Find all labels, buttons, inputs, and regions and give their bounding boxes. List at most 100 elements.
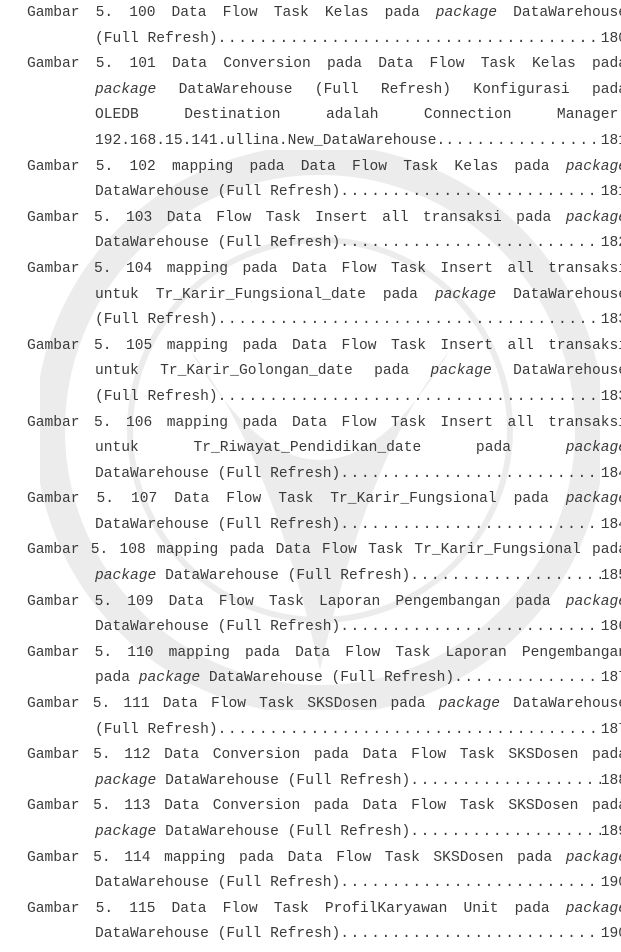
page-number: 181 bbox=[600, 132, 621, 149]
entry-text: package DataWarehouse (Full Refresh) Kon… bbox=[95, 82, 621, 98]
text-segment: DataWarehouse (Full Refresh) bbox=[95, 465, 341, 482]
figure-entry[interactable]: Gambar 5. 115 Data Flow Task ProfilKarya… bbox=[27, 897, 621, 948]
entry-text: Gambar 5. 110 mapping pada Data Flow Tas… bbox=[27, 645, 621, 661]
leader-dots bbox=[218, 718, 601, 744]
text-segment: DataWarehouse (Full Refresh) bbox=[95, 619, 341, 636]
page-number: 185 bbox=[600, 568, 621, 585]
entry-text: untuk Tr_Karir_Fungsional_date pada pack… bbox=[95, 287, 621, 303]
text-segment: (Full Refresh) bbox=[95, 388, 218, 405]
entry-last-line: package DataWarehouse (Full Refresh) 188 bbox=[95, 769, 621, 795]
text-segment: DataWarehouse (Full Refresh) bbox=[95, 235, 341, 252]
text-segment: untuk Tr_Karir_Golongan_date pada bbox=[95, 363, 431, 380]
page-number: 189 bbox=[600, 824, 621, 840]
text-segment: Gambar 5. 110 mapping pada Data Flow Tas… bbox=[27, 644, 621, 661]
entry-text: untuk Tr_Riwayat_Pendidikan_date pada pa… bbox=[95, 440, 621, 456]
italic-term: package bbox=[438, 696, 500, 713]
figure-entry[interactable]: Gambar 5. 102 mapping pada Data Flow Tas… bbox=[27, 155, 621, 206]
figure-entry[interactable]: Gambar 5. 101 Data Conversion pada Data … bbox=[27, 52, 621, 154]
figure-entry[interactable]: Gambar 5. 109 Data Flow Task Laporan Pen… bbox=[27, 590, 621, 641]
text-segment: DataWarehouse bbox=[497, 5, 621, 21]
figure-entry[interactable]: Gambar 5. 104 mapping pada Data Flow Tas… bbox=[27, 257, 621, 334]
leader-dots bbox=[410, 820, 600, 846]
entry-line: Gambar 5. 107 Data Flow Task Tr_Karir_Fu… bbox=[27, 487, 621, 513]
page-number: 183 bbox=[600, 312, 621, 329]
entry-last-line: package DataWarehouse (Full Refresh) 189 bbox=[95, 820, 621, 846]
page-number: 188 bbox=[600, 772, 621, 789]
entry-last-line: (Full Refresh) 183 bbox=[95, 308, 621, 334]
text-segment: Gambar 5. 109 Data Flow Task Laporan Pen… bbox=[27, 593, 566, 610]
entry-line: Gambar 5. 115 Data Flow Task ProfilKarya… bbox=[27, 897, 621, 923]
leader-dots bbox=[218, 27, 601, 53]
page-number: 180 bbox=[600, 30, 621, 47]
text-segment: Gambar 5. 100 Data Flow Task Kelas pada bbox=[27, 5, 436, 21]
entry-text: pada package DataWarehouse (Full Refresh… bbox=[95, 666, 454, 692]
entry-text: 192.168.15.141.ullina.New_DataWarehouse. bbox=[95, 129, 445, 155]
figure-entry[interactable]: Gambar 5. 112 Data Conversion pada Data … bbox=[27, 743, 621, 794]
entry-line: Gambar 5. 112 Data Conversion pada Data … bbox=[27, 743, 621, 769]
italic-term: package bbox=[565, 491, 621, 508]
entry-line: Gambar 5. 103 Data Flow Task Insert all … bbox=[27, 206, 621, 232]
figure-entry[interactable]: Gambar 5. 110 mapping pada Data Flow Tas… bbox=[27, 641, 621, 692]
text-segment: DataWarehouse (Full Refresh) bbox=[95, 184, 341, 201]
entry-text: DataWarehouse (Full Refresh) bbox=[95, 615, 340, 641]
entry-line: Gambar 5. 113 Data Conversion pada Data … bbox=[27, 794, 621, 820]
text-segment: 192.168.15.141.ullina.New_DataWarehouse. bbox=[95, 132, 446, 149]
entry-line: Gambar 5. 100 Data Flow Task Kelas pada … bbox=[27, 1, 621, 27]
entry-line: Gambar 5. 114 mapping pada Data Flow Tas… bbox=[27, 846, 621, 872]
figure-entry[interactable]: Gambar 5. 105 mapping pada Data Flow Tas… bbox=[27, 334, 621, 411]
text-segment: DataWarehouse (Full Refresh) bbox=[200, 670, 455, 687]
text-segment: DataWarehouse (Full Refresh) bbox=[95, 516, 341, 533]
page-number: 183 bbox=[600, 388, 621, 405]
italic-term: package bbox=[95, 772, 157, 789]
entry-text: (Full Refresh) bbox=[95, 718, 218, 744]
entry-last-line: (Full Refresh) 187 bbox=[95, 718, 621, 744]
entry-last-line: DataWarehouse (Full Refresh) 186 bbox=[95, 615, 621, 641]
text-segment: Gambar 5. 111 Data Flow Task SKSDosen pa… bbox=[27, 696, 439, 713]
text-segment: Gambar 5. 103 Data Flow Task Insert all … bbox=[27, 209, 566, 226]
page-number: 181 bbox=[600, 184, 621, 201]
entry-text: Gambar 5. 104 mapping pada Data Flow Tas… bbox=[27, 261, 621, 277]
page-number: 187 bbox=[600, 721, 621, 738]
figure-entry[interactable]: Gambar 5. 111 Data Flow Task SKSDosen pa… bbox=[27, 692, 621, 743]
entry-text: untuk Tr_Karir_Golongan_date pada packag… bbox=[95, 363, 621, 379]
entry-last-line: DataWarehouse (Full Refresh) 190 bbox=[95, 922, 621, 948]
figure-entry[interactable]: Gambar 5. 100 Data Flow Task Kelas pada … bbox=[27, 1, 621, 52]
italic-term: package bbox=[565, 849, 621, 866]
text-segment: DataWarehouse bbox=[496, 286, 621, 303]
page-number: 190 bbox=[600, 926, 621, 943]
entry-line: Gambar 5. 104 mapping pada Data Flow Tas… bbox=[27, 257, 621, 283]
page-number: 182 bbox=[600, 235, 621, 252]
leader-dots bbox=[340, 615, 601, 641]
entry-line: Gambar 5. 102 mapping pada Data Flow Tas… bbox=[27, 155, 621, 181]
page-number: 184 bbox=[600, 516, 621, 533]
list-of-figures: Gambar 5. 100 Data Flow Task Kelas pada … bbox=[27, 1, 621, 948]
italic-term: package bbox=[565, 593, 621, 610]
entry-text: Gambar 5. 106 mapping pada Data Flow Tas… bbox=[27, 415, 621, 431]
text-segment: Gambar 5. 106 mapping pada Data Flow Tas… bbox=[27, 414, 621, 431]
figure-entry[interactable]: Gambar 5. 106 mapping pada Data Flow Tas… bbox=[27, 411, 621, 488]
entry-last-line: DataWarehouse (Full Refresh) 181 bbox=[95, 180, 621, 206]
figure-entry[interactable]: Gambar 5. 113 Data Conversion pada Data … bbox=[27, 794, 621, 845]
italic-term: package bbox=[138, 670, 201, 687]
entry-line: Gambar 5. 111 Data Flow Task SKSDosen pa… bbox=[27, 692, 621, 718]
entry-last-line: DataWarehouse (Full Refresh) 184 bbox=[95, 462, 621, 488]
page-number: 184 bbox=[600, 465, 621, 482]
italic-term: package bbox=[95, 824, 157, 840]
entry-line: Gambar 5. 101 Data Conversion pada Data … bbox=[27, 52, 621, 78]
leader-dots bbox=[218, 385, 601, 411]
text-segment: untuk Tr_Riwayat_Pendidikan_date pada bbox=[95, 440, 566, 457]
text-segment: pada bbox=[95, 670, 139, 687]
page-number: 187 bbox=[600, 670, 621, 687]
entry-last-line: pada package DataWarehouse (Full Refresh… bbox=[95, 666, 621, 692]
figure-entry[interactable]: Gambar 5. 107 Data Flow Task Tr_Karir_Fu… bbox=[27, 487, 621, 538]
entry-text: Gambar 5. 113 Data Conversion pada Data … bbox=[27, 798, 621, 814]
text-segment: DataWarehouse (Full Refresh) Konfigurasi… bbox=[156, 81, 621, 98]
figure-entry[interactable]: Gambar 5. 103 Data Flow Task Insert all … bbox=[27, 206, 621, 257]
text-segment: Gambar 5. 113 Data Conversion pada Data … bbox=[27, 798, 621, 815]
entry-text: OLEDB Destination adalah Connection Mana… bbox=[95, 107, 621, 123]
text-segment: untuk Tr_Karir_Fungsional_date pada bbox=[95, 286, 435, 303]
figure-entry[interactable]: Gambar 5. 108 mapping pada Data Flow Tas… bbox=[27, 538, 621, 589]
italic-term: package bbox=[565, 900, 621, 917]
figure-entry[interactable]: Gambar 5. 114 mapping pada Data Flow Tas… bbox=[27, 846, 621, 897]
leader-dots bbox=[340, 462, 601, 488]
